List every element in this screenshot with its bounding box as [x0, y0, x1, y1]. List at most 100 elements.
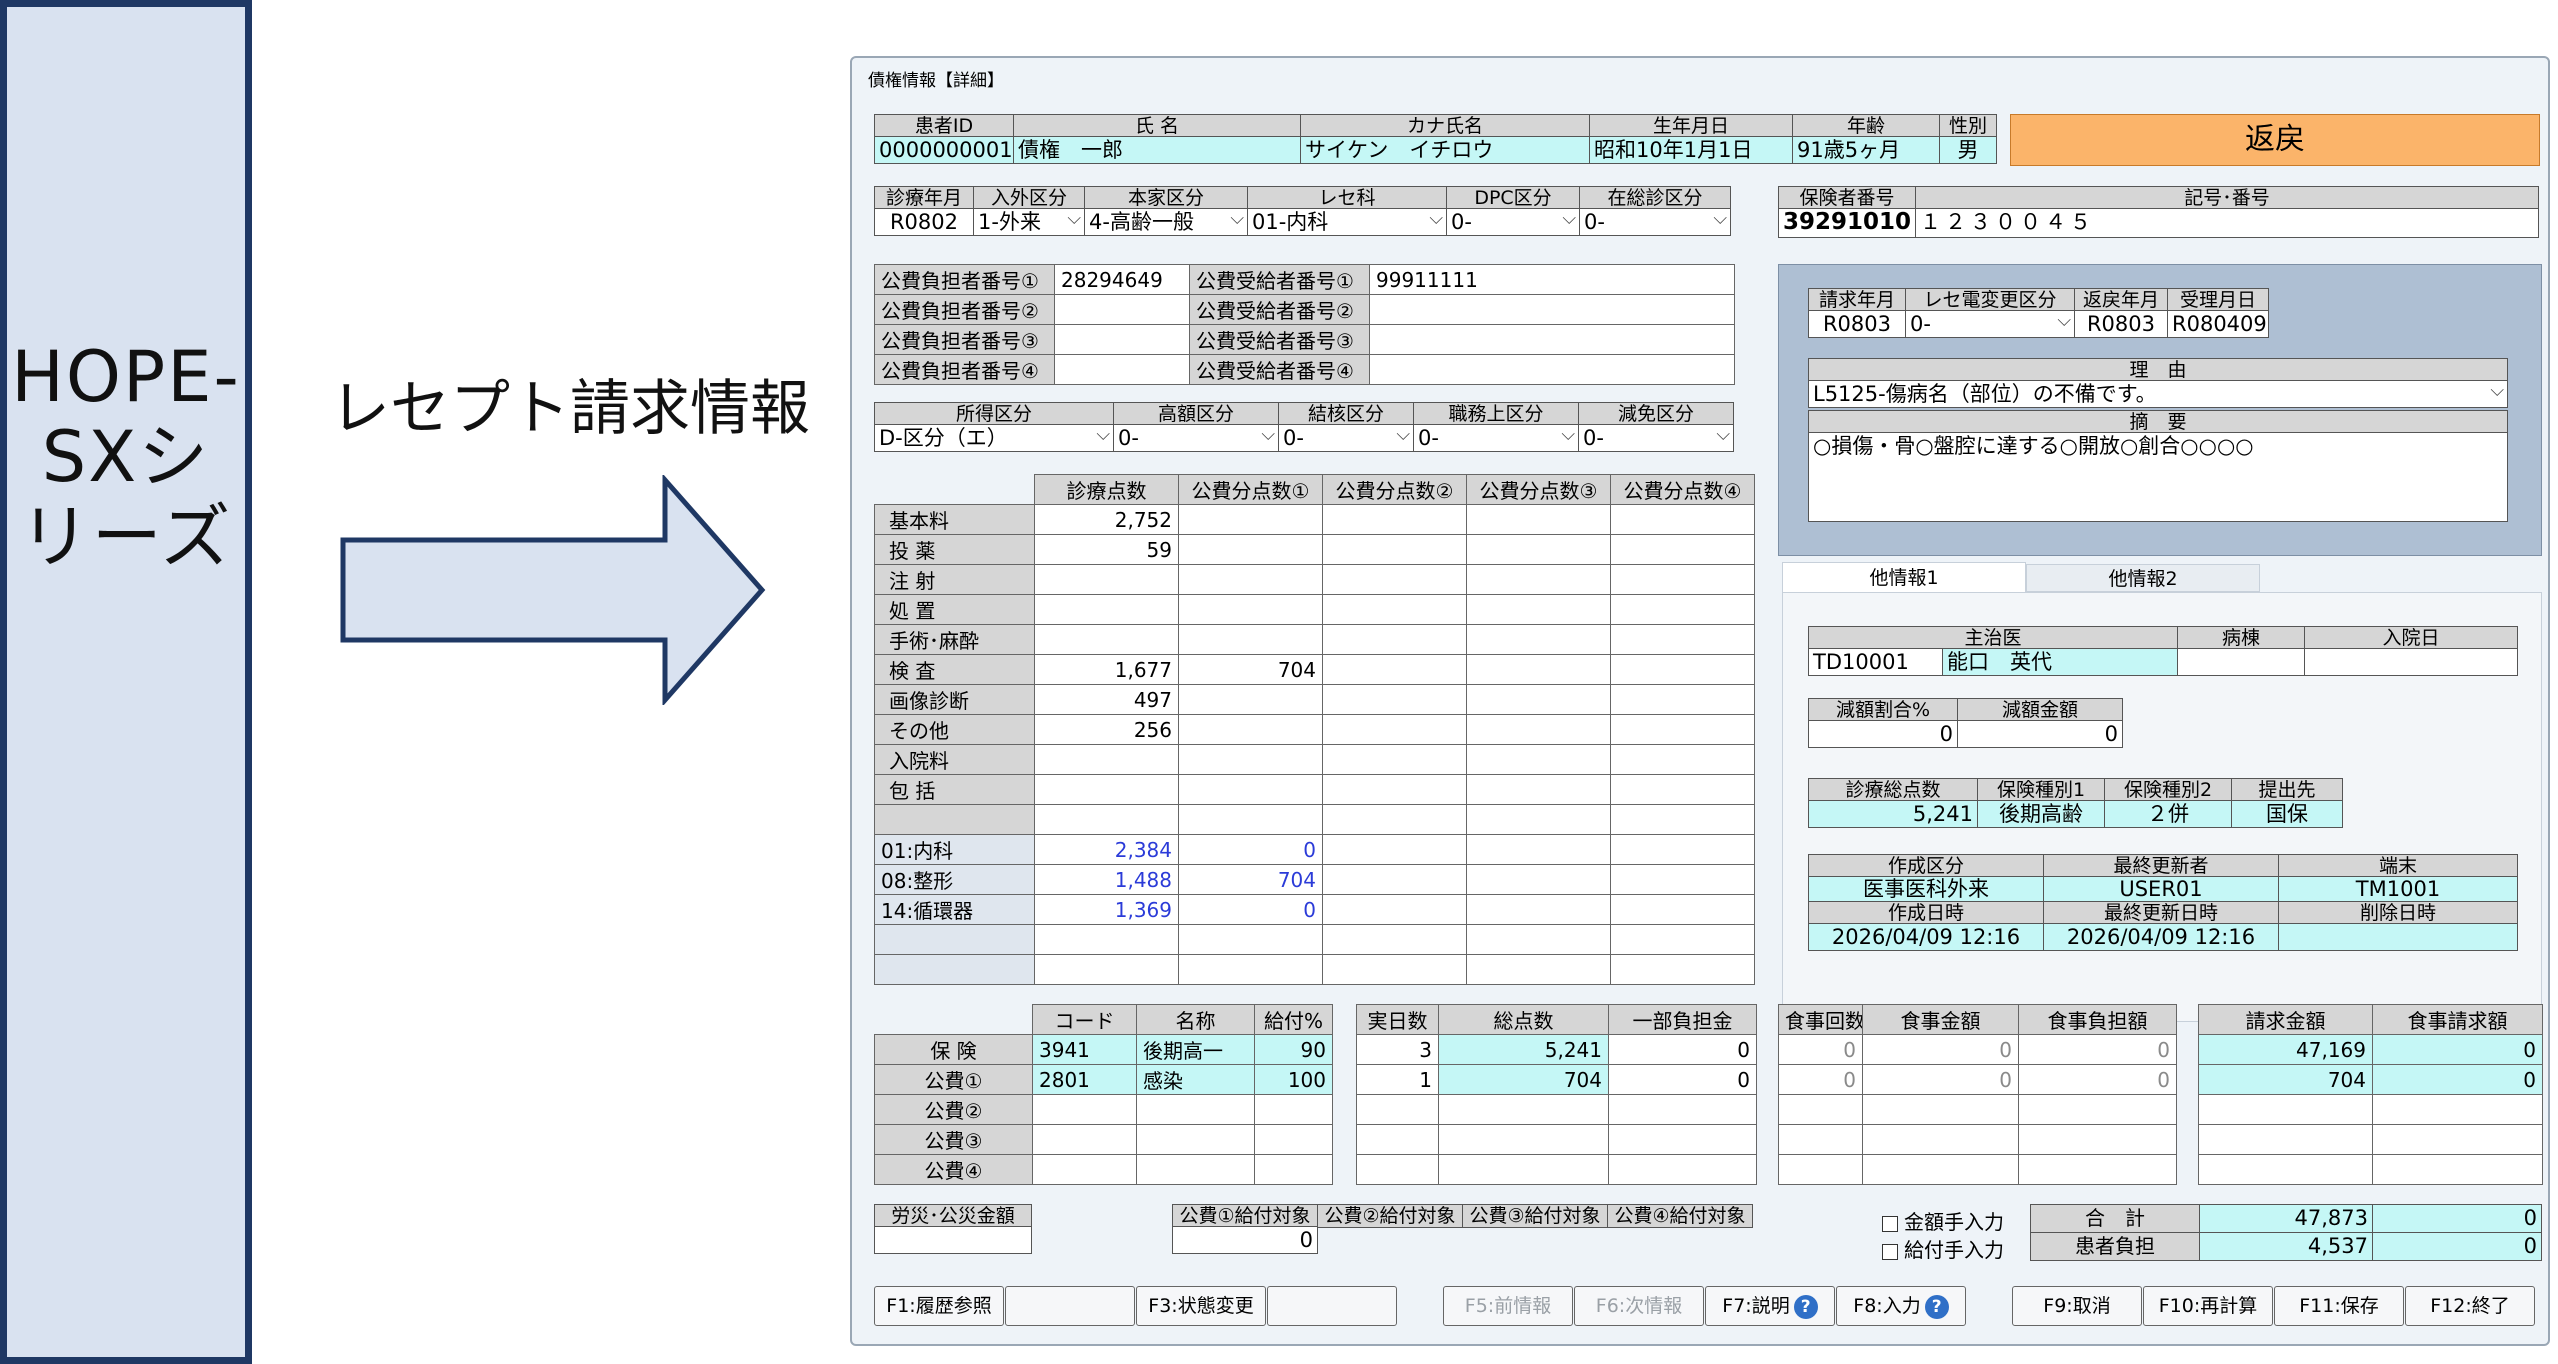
points-cell[interactable] — [1178, 534, 1323, 565]
points-cell[interactable] — [1034, 594, 1179, 625]
home-care-select[interactable]: 0- — [1579, 208, 1731, 236]
points-cell[interactable] — [1322, 564, 1467, 595]
reason-select[interactable]: L5125-傷病名（部位）の不備です。 — [1808, 380, 2508, 408]
days-cell[interactable] — [1438, 1094, 1609, 1125]
points-cell[interactable] — [1466, 504, 1611, 535]
days-cell[interactable]: 704 — [1438, 1064, 1609, 1095]
points-cell[interactable] — [1610, 684, 1755, 715]
points-cell[interactable] — [1466, 684, 1611, 715]
days-cell[interactable]: 0 — [1608, 1064, 1757, 1095]
days-cell[interactable]: 0 — [1608, 1034, 1757, 1065]
points-cell[interactable] — [1466, 624, 1611, 655]
family-select[interactable]: 4-高齢一般 — [1084, 208, 1248, 236]
days-cell[interactable] — [1608, 1124, 1757, 1155]
meal-cell[interactable] — [1778, 1094, 1863, 1125]
ins-name-cell[interactable] — [1136, 1154, 1255, 1185]
points-cell[interactable] — [1034, 774, 1179, 805]
points-cell[interactable] — [1610, 744, 1755, 775]
points-cell[interactable] — [1322, 774, 1467, 805]
points-cell[interactable] — [1034, 804, 1179, 835]
income-select[interactable]: D-区分（エ） — [874, 424, 1114, 452]
kana-field[interactable]: サイケン イチロウ — [1300, 136, 1590, 164]
points-cell[interactable] — [1178, 804, 1323, 835]
ins-name-cell[interactable]: 感染 — [1136, 1064, 1255, 1095]
meal-cell[interactable] — [2018, 1154, 2177, 1185]
age-field[interactable]: 91歳5ヶ月 — [1792, 136, 1940, 164]
points-cell[interactable] — [1610, 774, 1755, 805]
points-cell[interactable] — [1466, 714, 1611, 745]
points-cell[interactable] — [1034, 624, 1179, 655]
fkey-button-9[interactable]: F9:取消 — [2012, 1286, 2142, 1326]
points-cell[interactable] — [1178, 744, 1323, 775]
meal-cell[interactable] — [1778, 1154, 1863, 1185]
fkey-button-11[interactable]: F11:保存 — [2274, 1286, 2404, 1326]
points-cell[interactable] — [1322, 504, 1467, 535]
fkey-button-2[interactable] — [1005, 1286, 1135, 1326]
points-cell[interactable] — [1466, 774, 1611, 805]
days-cell[interactable] — [1608, 1154, 1757, 1185]
insurer-field[interactable]: 39291010 — [1778, 208, 1916, 238]
fkey-button-7[interactable]: F7:説明? — [1705, 1286, 1835, 1326]
points-cell[interactable] — [1034, 564, 1179, 595]
fkey-button-5[interactable]: F5:前情報 — [1443, 1286, 1573, 1326]
fkey-button-3[interactable]: F3:状態変更 — [1136, 1286, 1266, 1326]
reduce-rate-field[interactable]: 0 — [1808, 720, 1958, 748]
meal-cell[interactable]: 0 — [1778, 1034, 1863, 1065]
meal-cell[interactable] — [2018, 1094, 2177, 1125]
points-cell[interactable] — [1466, 654, 1611, 685]
meal-cell[interactable] — [1778, 1124, 1863, 1155]
meal-cell[interactable] — [1862, 1124, 2019, 1155]
ins-code-cell[interactable] — [1032, 1154, 1137, 1185]
meal-cell[interactable]: 0 — [2018, 1064, 2177, 1095]
ins-rate-cell[interactable]: 100 — [1254, 1064, 1333, 1095]
days-cell[interactable] — [1438, 1124, 1609, 1155]
points-cell[interactable] — [1322, 744, 1467, 775]
points-cell[interactable] — [1466, 804, 1611, 835]
amount-manual-checkbox[interactable]: 金額手入力 — [1882, 1206, 2004, 1235]
public-payer-field[interactable] — [1054, 324, 1190, 355]
benefit-manual-checkbox[interactable]: 給付手入力 — [1882, 1234, 2004, 1263]
meal-cell[interactable] — [2018, 1124, 2177, 1155]
public-payer-field[interactable]: 28294649 — [1054, 264, 1190, 295]
public-recipient-field[interactable] — [1369, 294, 1735, 325]
points-cell[interactable] — [1610, 564, 1755, 595]
points-cell[interactable] — [1610, 624, 1755, 655]
points-cell[interactable] — [1610, 714, 1755, 745]
fkey-button-8[interactable]: F8:入力? — [1836, 1286, 1966, 1326]
points-cell[interactable]: 1,677 — [1034, 654, 1179, 685]
high-cost-select[interactable]: 0- — [1113, 424, 1279, 452]
ins-code-cell[interactable] — [1032, 1124, 1137, 1155]
points-cell[interactable] — [1322, 684, 1467, 715]
points-cell[interactable]: 59 — [1034, 534, 1179, 565]
days-cell[interactable]: 1 — [1356, 1064, 1439, 1095]
fkey-button-10[interactable]: F10:再計算 — [2143, 1286, 2273, 1326]
symbol-field[interactable]: １２３００４５ — [1915, 208, 2539, 238]
tab-other-info-2[interactable]: 他情報2 — [2026, 564, 2260, 592]
ins-rate-cell[interactable] — [1254, 1094, 1333, 1125]
points-cell[interactable] — [1610, 654, 1755, 685]
dpc-select[interactable]: 0- — [1446, 208, 1580, 236]
days-cell[interactable] — [1356, 1094, 1439, 1125]
return-month-field[interactable]: R0803 — [2074, 310, 2168, 338]
ins-rate-cell[interactable]: 90 — [1254, 1034, 1333, 1065]
fkey-button-4[interactable] — [1267, 1286, 1397, 1326]
points-cell[interactable] — [1178, 774, 1323, 805]
ins-code-cell[interactable]: 2801 — [1032, 1064, 1137, 1095]
points-cell[interactable] — [1466, 564, 1611, 595]
days-cell[interactable] — [1356, 1124, 1439, 1155]
points-cell[interactable] — [1610, 594, 1755, 625]
reduce-amount-field[interactable]: 0 — [1957, 720, 2123, 748]
meal-cell[interactable]: 0 — [2018, 1034, 2177, 1065]
ins-code-cell[interactable] — [1032, 1094, 1137, 1125]
points-cell[interactable] — [1610, 804, 1755, 835]
points-cell[interactable] — [1466, 744, 1611, 775]
accept-date-field[interactable]: R080409 — [2167, 310, 2269, 338]
fkey-button-6[interactable]: F6:次情報 — [1574, 1286, 1704, 1326]
dept-select[interactable]: 01-内科 — [1247, 208, 1447, 236]
meal-cell[interactable]: 0 — [1862, 1034, 2019, 1065]
points-cell[interactable] — [1178, 504, 1323, 535]
ins-name-cell[interactable] — [1136, 1124, 1255, 1155]
points-cell[interactable] — [1466, 594, 1611, 625]
days-cell[interactable]: 5,241 — [1438, 1034, 1609, 1065]
summary-textarea[interactable]: ○損傷・骨○盤腔に達する○開放○創合○○○○ — [1808, 432, 2508, 522]
